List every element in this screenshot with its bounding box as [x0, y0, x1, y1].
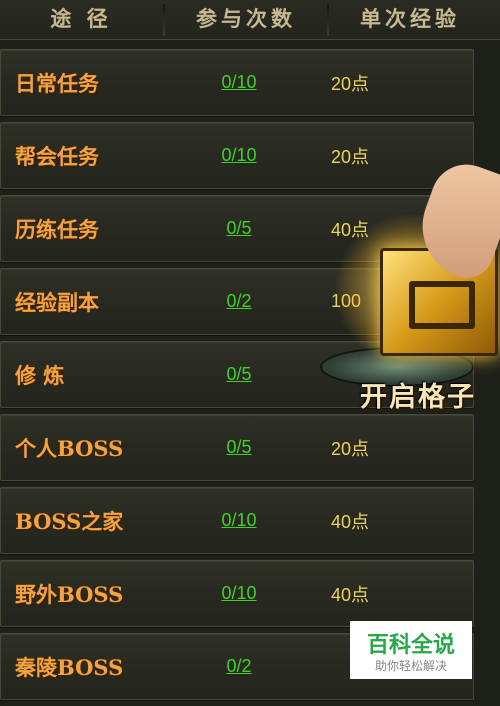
route-name: 帮会任务 — [15, 143, 99, 169]
exp-value: 20点 — [331, 73, 370, 94]
watermark-subtitle: 助你轻松解决 — [374, 659, 447, 673]
route-name: 野外BOSS — [15, 581, 124, 607]
column-header-exp: 单次经验 — [360, 6, 460, 31]
route-name: 修 炼 — [15, 362, 65, 388]
count-link[interactable]: 0/5 — [191, 342, 287, 407]
count-link[interactable]: 0/10 — [191, 50, 287, 115]
count-link[interactable]: 0/2 — [191, 269, 287, 334]
chest-emblem — [409, 281, 475, 329]
exp-value: 40点 — [331, 584, 370, 605]
header-divider — [327, 4, 329, 36]
count-link[interactable]: 0/10 — [191, 123, 287, 188]
table-row: BOSS之家 0/10 40点 — [0, 487, 474, 554]
count-link[interactable]: 0/5 — [191, 415, 287, 480]
route-name: 经验副本 — [15, 289, 99, 315]
count-link[interactable]: 0/10 — [191, 561, 287, 626]
count-link[interactable]: 0/5 — [191, 196, 287, 261]
table-header: 途 径 参与次数 单次经验 — [0, 0, 500, 40]
exp-value: 40点 — [331, 511, 370, 532]
table-row: 野外BOSS 0/10 40点 — [0, 560, 474, 627]
header-divider — [163, 4, 165, 36]
open-grid-promo[interactable]: 开启格子 — [316, 154, 500, 425]
column-header-route: 途 径 — [50, 6, 112, 31]
route-name: 个人BOSS — [15, 435, 124, 461]
route-name: BOSS之家 — [15, 508, 124, 534]
table-row: 日常任务 0/10 20点 — [0, 49, 474, 116]
route-name: 日常任务 — [15, 70, 99, 96]
route-name: 历练任务 — [15, 216, 99, 242]
promo-label: 开启格子 — [360, 382, 476, 413]
route-name: 秦陵BOSS — [15, 654, 124, 680]
count-link[interactable]: 0/10 — [191, 488, 287, 553]
count-link[interactable]: 0/2 — [191, 634, 287, 699]
watermark-title: 百科全说 — [366, 633, 455, 658]
watermark: 百科全说 助你轻松解决 — [350, 621, 472, 679]
column-header-times: 参与次数 — [196, 6, 296, 31]
